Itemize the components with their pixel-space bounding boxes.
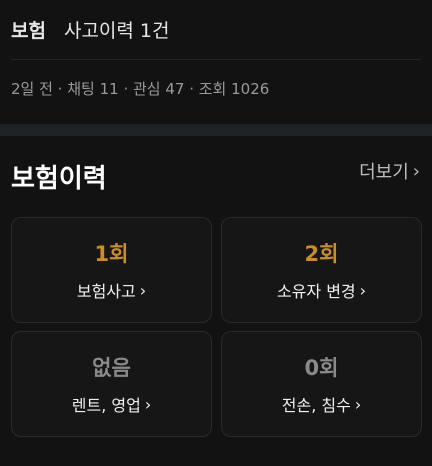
summary-value: 사고이력 1건 (63, 19, 170, 42)
card-label: 렌트, 영업 › (72, 392, 151, 416)
card-label-text: 소유자 변경 (276, 282, 356, 301)
rental-business-card[interactable]: 없음 렌트, 영업 › (11, 331, 212, 437)
card-value: 없음 (92, 356, 131, 380)
card-value: 1회 (94, 242, 129, 266)
summary-label: 보험 (11, 19, 46, 42)
card-label-text: 렌트, 영업 (71, 396, 141, 415)
card-value: 0회 (304, 356, 339, 380)
chevron-right-icon: › (412, 160, 420, 182)
chevron-right-icon: › (139, 280, 147, 300)
card-label: 보험사고 › (77, 278, 146, 302)
card-label-text: 전손, 침수 (281, 396, 351, 415)
owner-change-card[interactable]: 2회 소유자 변경 › (221, 217, 422, 323)
more-label: 더보기 (359, 162, 409, 183)
card-value: 2회 (304, 242, 339, 266)
section-divider (0, 124, 432, 136)
total-loss-flood-card[interactable]: 0회 전손, 침수 › (221, 331, 422, 437)
more-button[interactable]: 더보기 › (359, 158, 420, 184)
insurance-summary-row: 보험 사고이력 1건 (11, 14, 170, 44)
card-label: 소유자 변경 › (277, 278, 366, 302)
chevron-right-icon: › (354, 394, 362, 414)
chevron-right-icon: › (359, 280, 367, 300)
divider (11, 59, 421, 60)
chevron-right-icon: › (144, 394, 152, 414)
listing-meta: 2일 전 · 채팅 11 · 관심 47 · 조회 1026 (11, 80, 270, 98)
card-label-text: 보험사고 (76, 282, 136, 301)
section-title: 보험이력 (11, 164, 107, 194)
card-label: 전손, 침수 › (282, 392, 361, 416)
insurance-accident-card[interactable]: 1회 보험사고 › (11, 217, 212, 323)
